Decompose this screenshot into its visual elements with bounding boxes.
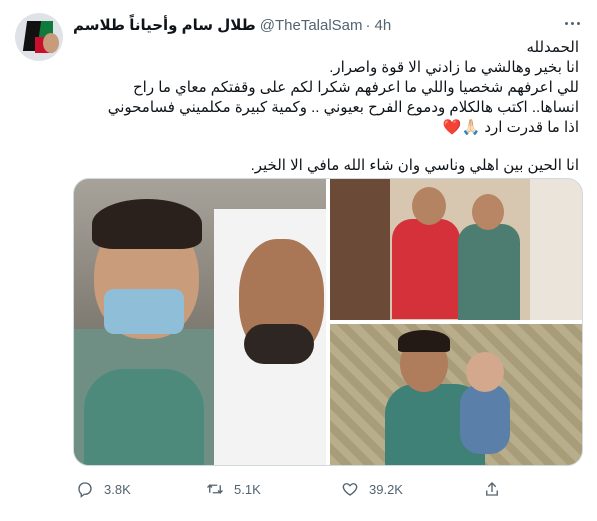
separator-dot: · (365, 16, 371, 34)
tweet-line: انا الحين بين اهلي وناسي وان شاء الله ما… (250, 157, 579, 174)
tweet-line: انا بخير وهالشي ما زادني الا قوة واصرار. (329, 59, 579, 76)
media-grid (73, 178, 583, 466)
tweet: طلال سام وأحياناً طلاسم @TheTalalSam · 4… (0, 0, 597, 521)
reply-count: 3.8K (104, 481, 131, 497)
tweet-line: اذا ما قدرت ارد 🙏🏻❤️ (442, 119, 579, 136)
photo-pair-standing[interactable] (330, 179, 582, 320)
more-icon[interactable] (561, 12, 583, 34)
reply-icon (78, 482, 92, 498)
like-count: 39.2K (369, 481, 403, 497)
display-name[interactable]: طلال سام وأحياناً طلاسم (73, 16, 256, 34)
tweet-text: الحمدلله انا بخير وهالشي ما زادني الا قو… (73, 38, 579, 176)
heart-icon (342, 483, 358, 496)
photo-with-child[interactable] (330, 324, 582, 465)
share-button[interactable] (483, 480, 511, 498)
retweet-button[interactable]: 5.1K (206, 480, 261, 498)
photo-selfie[interactable] (74, 179, 326, 465)
tweet-time[interactable]: 4h (375, 17, 392, 34)
tweet-line: للي اعرفهم شخصيا واللي ما اعرفهم شكرا لك… (132, 79, 579, 96)
avatar[interactable] (15, 13, 63, 61)
retweet-count: 5.1K (234, 481, 261, 497)
tweet-line: انساها.. اكتب هالكلام ودموع الفرح بعيوني… (107, 99, 579, 116)
retweet-icon (207, 484, 223, 494)
like-button[interactable]: 39.2K (341, 480, 403, 498)
user-handle[interactable]: @TheTalalSam (260, 17, 363, 34)
share-icon (486, 482, 498, 496)
tweet-header: طلال سام وأحياناً طلاسم @TheTalalSam · 4… (73, 15, 391, 35)
avatar-face (43, 33, 59, 53)
reply-button[interactable]: 3.8K (76, 480, 131, 498)
tweet-line: الحمدلله (526, 39, 579, 56)
tweet-actions: 3.8K 5.1K 39.2K (73, 478, 503, 500)
